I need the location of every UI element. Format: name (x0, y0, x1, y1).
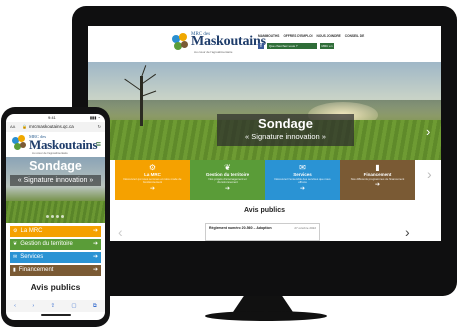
address-bar[interactable]: AA 🔒 mrcmaskoutains.qc.ca ↻ (6, 122, 105, 132)
status-time: 9:41 (48, 115, 56, 120)
forward-icon[interactable]: › (32, 303, 34, 309)
arrow-right-icon: ➔ (92, 267, 98, 273)
tile-description: Découvrez qui nous sommes et notre mode … (123, 177, 182, 185)
leaf-icon: ❦ (224, 163, 231, 172)
hero-banner[interactable]: Sondage « Signature innovation » (217, 114, 354, 146)
tiles-next-icon[interactable]: › (427, 166, 432, 182)
hero-slider[interactable]: Sondage « Signature innovation » (6, 157, 105, 223)
mobile-phone: 9:41 ▮▮▮ ◔ AA 🔒 mrcmaskoutains.qc.ca ↻ M… (1, 107, 110, 327)
home-indicator[interactable] (41, 314, 71, 316)
quick-links: ⚙ La MRC Découvrez qui nous sommes et no… (115, 160, 415, 200)
brand-tagline: Au cœur de l'agroalimentaire (194, 50, 233, 54)
hero-pagination (46, 215, 64, 218)
desktop-screen: MRC des Maskoutains Au cœur de l'agroali… (88, 26, 441, 241)
menu-item-label: La MRC (20, 228, 43, 234)
monitor-stand (233, 296, 293, 312)
menu-item-gestion-territoire[interactable]: ❦ Gestion du territoire ➔ (10, 239, 101, 250)
service-icon: ✉ (299, 163, 306, 172)
lock-icon: 🔒 (22, 124, 27, 129)
avis-publics-heading: Avis publics (244, 207, 285, 214)
menu-item-label: Gestion du territoire (20, 241, 73, 247)
arrow-right-icon: ➔ (374, 182, 381, 189)
menu-item-label: Services (20, 254, 44, 260)
arrow-right-icon: ➔ (92, 241, 98, 247)
hero-field-image (6, 201, 105, 223)
brand-name: Maskoutains (191, 34, 266, 49)
arrow-right-icon: ➔ (224, 185, 231, 192)
avis-card[interactable]: Règlement numéro 20-560 – Adoption 27 oc… (205, 223, 320, 241)
tree-image (122, 65, 162, 126)
avis-date: 27 octobre 2022 (294, 226, 316, 230)
top-nav: MAMMOUTHS OFFRES D'EMPLOI NOUS JOINDRE C… (258, 34, 364, 38)
text-size-icon[interactable]: AA (10, 124, 15, 129)
nav-link[interactable]: CONSEIL DE (345, 34, 364, 38)
arrow-right-icon: ➔ (92, 228, 98, 234)
bookmarks-icon[interactable]: ▢ (71, 303, 76, 309)
slide-dot[interactable] (51, 215, 54, 218)
avis-title: Règlement numéro 20-560 – Adoption (209, 226, 272, 230)
slide-dot[interactable] (61, 215, 64, 218)
menu-item-la-mrc[interactable]: ⚙ La MRC ➔ (10, 226, 101, 237)
avis-next-icon[interactable]: › (405, 224, 410, 240)
mobile-quick-links: ⚙ La MRC ➔ ❦ Gestion du territoire ➔ ✉ Serv… (10, 226, 101, 278)
avis-publics-heading: Avis publics (30, 282, 81, 292)
menu-item-services[interactable]: ✉ Services ➔ (10, 252, 101, 263)
url-text[interactable]: mrcmaskoutains.qc.ca (29, 124, 74, 129)
slide-dot[interactable] (46, 215, 49, 218)
nav-link[interactable]: MAMMOUTHS (258, 34, 279, 38)
tabs-icon[interactable]: ⧉ (93, 303, 97, 310)
hamburger-menu-icon[interactable]: ≡ (96, 139, 101, 149)
reload-icon[interactable]: ↻ (98, 124, 101, 129)
site-logo[interactable]: MRC des Maskoutains Au cœur de l'agroali… (12, 134, 98, 156)
browser-toolbar: ‹ › ⇪ ▢ ⧉ (6, 300, 105, 312)
arrow-right-icon: ➔ (92, 254, 98, 260)
service-icon: ✉ (13, 254, 18, 260)
slide-dot[interactable] (56, 215, 59, 218)
tile-financement[interactable]: ▮ Financement Nos différents programmes … (340, 160, 415, 200)
arrow-right-icon: ➔ (299, 185, 306, 192)
hero-subtitle: « Signature innovation » (245, 132, 326, 141)
monitor-base (205, 311, 327, 321)
site-logo[interactable]: MRC des Maskoutains Au cœur de l'agroali… (172, 31, 266, 57)
brand-tagline: Au cœur de l'agroalimentaire (32, 151, 68, 155)
hero-title: Sondage (258, 116, 313, 131)
header-utilities: f Que cherchez-vous ? MRC en (258, 43, 334, 49)
logo-icon (12, 135, 28, 153)
site-header: MRC des Maskoutains Au cœur de l'agroali… (88, 26, 441, 62)
back-icon[interactable]: ‹ (14, 303, 16, 309)
tile-description: Nos projets d'aménagement et d'environne… (208, 177, 247, 185)
chart-icon: ▮ (375, 163, 380, 172)
signal-icon: ▮▮▮ ◔ (89, 115, 100, 120)
tile-description: Découvrez l'ensemble des services que no… (274, 177, 331, 185)
menu-item-label: Financement (18, 267, 54, 273)
hero-next-icon[interactable]: › (426, 124, 430, 139)
mobile-screen: 9:41 ▮▮▮ ◔ AA 🔒 mrcmaskoutains.qc.ca ↻ M… (6, 114, 105, 320)
tile-services[interactable]: ✉ Services Découvrez l'ensemble des serv… (265, 160, 340, 200)
leaf-icon: ❦ (13, 241, 18, 247)
logo-icon (172, 33, 190, 53)
nav-link[interactable]: OFFRES D'EMPLOI (283, 34, 312, 38)
hero-title: Sondage (29, 159, 82, 173)
desktop-monitor: MRC des Maskoutains Au cœur de l'agroali… (72, 6, 457, 296)
hero-subtitle: « Signature innovation » (10, 175, 101, 186)
mrc-button[interactable]: MRC en (320, 43, 334, 49)
tile-description: Nos différents programmes de financement (350, 177, 405, 181)
search-input[interactable]: Que cherchez-vous ? (267, 43, 317, 49)
facebook-icon[interactable]: f (258, 43, 264, 49)
status-bar: 9:41 ▮▮▮ ◔ (6, 114, 105, 122)
menu-item-financement[interactable]: ▮ Financement ➔ (10, 265, 101, 276)
chart-icon: ▮ (13, 267, 16, 273)
gear-icon: ⚙ (148, 163, 157, 172)
tile-la-mrc[interactable]: ⚙ La MRC Découvrez qui nous sommes et no… (115, 160, 190, 200)
share-icon[interactable]: ⇪ (50, 303, 55, 309)
hero-slider: Sondage « Signature innovation » ‹ › (88, 62, 441, 160)
arrow-right-icon: ➔ (149, 185, 156, 192)
gear-icon: ⚙ (13, 228, 18, 234)
nav-link[interactable]: NOUS JOINDRE (317, 34, 341, 38)
avis-prev-icon[interactable]: ‹ (118, 224, 123, 240)
tile-gestion-territoire[interactable]: ❦ Gestion du territoire Nos projets d'am… (190, 160, 265, 200)
